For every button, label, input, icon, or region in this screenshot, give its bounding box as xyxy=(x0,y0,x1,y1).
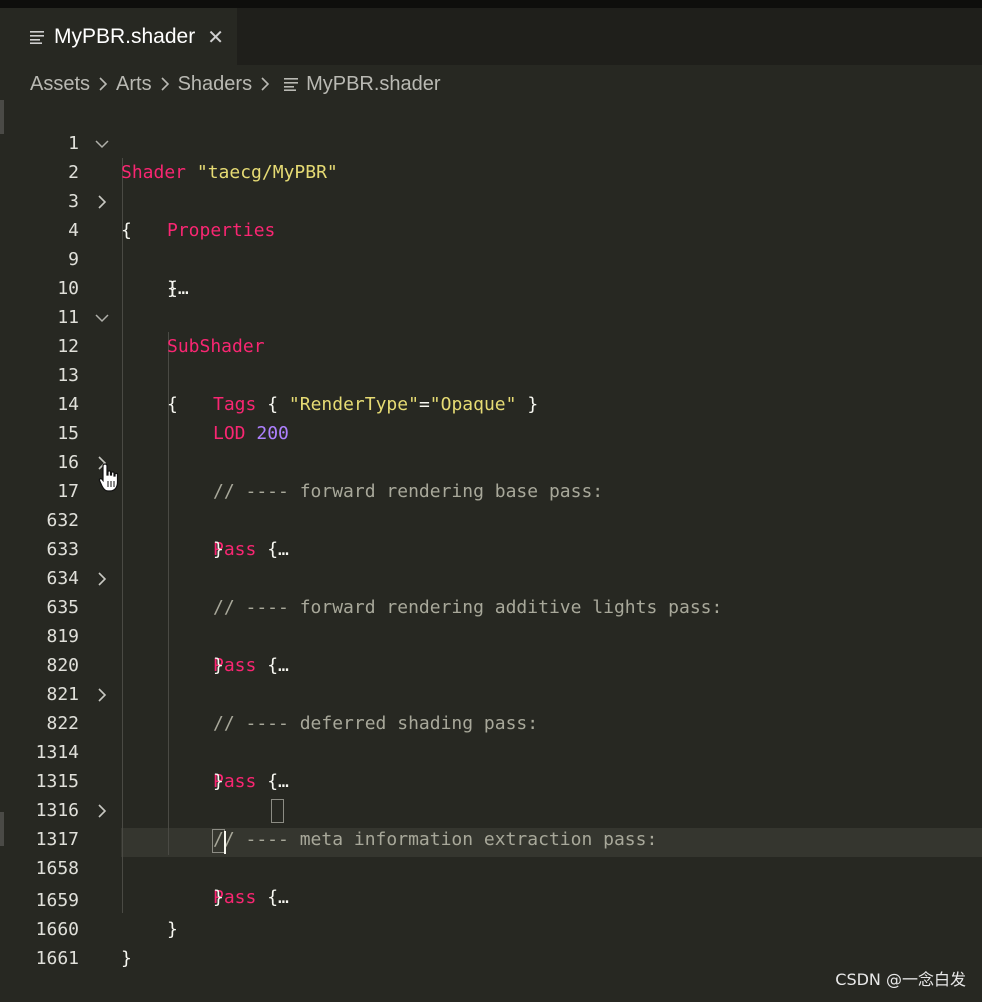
breadcrumb-assets[interactable]: Assets xyxy=(30,73,90,96)
code-line: 16 // ---- forward rendering base pass: xyxy=(0,419,982,502)
code-line: 10 xyxy=(0,245,982,299)
chevron-right-icon xyxy=(161,77,169,91)
code-line: 2 { xyxy=(0,129,982,241)
code-line: 1315 xyxy=(0,738,982,792)
code-line: 822 Pass {… xyxy=(0,680,982,792)
code-line: 1317 Pass {… xyxy=(0,796,982,908)
code-line: 1660 } xyxy=(0,886,982,969)
code-line: 634 // ---- forward rendering additive l… xyxy=(0,535,982,618)
chevron-down-icon[interactable] xyxy=(93,135,111,153)
file-lines-icon xyxy=(284,78,299,91)
line-number: 1661 xyxy=(35,948,79,969)
close-icon[interactable]: ✕ xyxy=(207,25,224,49)
code-line: 13 Tags { "RenderType"="Opaque" } xyxy=(0,332,982,415)
chevron-right-icon[interactable] xyxy=(93,193,111,211)
code-line: 633 xyxy=(0,506,982,560)
breadcrumb: Assets Arts Shaders MyPBR.shader xyxy=(30,67,441,101)
file-lines-icon xyxy=(30,30,44,44)
code-line: 635 Pass {… xyxy=(0,564,982,676)
chevron-down-icon[interactable] xyxy=(93,309,111,327)
code-line: 12 { xyxy=(0,303,982,415)
code-line: 1661 xyxy=(0,915,982,969)
tab-myPBR-shader[interactable]: MyPBR.shader ✕ xyxy=(0,8,237,65)
code-line: 14 LOD 200 xyxy=(0,361,982,444)
chevron-right-icon[interactable] xyxy=(93,802,111,820)
text-caret xyxy=(224,831,226,854)
window-top-strip xyxy=(0,0,982,8)
code-line: 819 } xyxy=(0,593,982,676)
code-line: 820 xyxy=(0,622,982,676)
chevron-right-icon[interactable] xyxy=(93,570,111,588)
breadcrumb-arts[interactable]: Arts xyxy=(116,73,152,96)
code-line: 17 Pass {… xyxy=(0,448,982,560)
code-line: 9 } xyxy=(0,216,982,299)
code-line: 1314 } xyxy=(0,709,982,792)
code-line: 15 xyxy=(0,390,982,444)
breadcrumb-file[interactable]: MyPBR.shader xyxy=(306,73,441,96)
code-text: } xyxy=(121,948,132,969)
code-line: 632 } xyxy=(0,477,982,560)
watermark-text: CSDN @一念白发 xyxy=(835,970,966,989)
code-line: 1 Shader "taecg/MyPBR" xyxy=(0,100,982,183)
breadcrumb-shaders[interactable]: Shaders xyxy=(178,73,253,96)
code-line: 1658 } xyxy=(0,825,982,908)
chevron-right-icon xyxy=(99,77,108,91)
code-line: 1316 // ---- meta information extraction… xyxy=(0,767,982,850)
code-line: 821 // ---- deferred shading pass: xyxy=(0,651,982,734)
hand-pointer-icon xyxy=(98,463,119,492)
code-line: 11 SubShader xyxy=(0,274,982,357)
code-line: 3 Properties xyxy=(0,158,982,241)
code-line: 4 {… xyxy=(0,187,982,299)
tab-bar: MyPBR.shader ✕ xyxy=(0,8,982,65)
tab-label: MyPBR.shader xyxy=(54,24,196,48)
chevron-right-icon xyxy=(261,77,270,91)
chevron-right-icon[interactable] xyxy=(93,686,111,704)
code-line: 1659 } xyxy=(0,857,982,940)
code-editor[interactable]: 1 Shader "taecg/MyPBR" 2 { 3 Properties … xyxy=(0,100,982,969)
bracket-match-highlight xyxy=(271,799,284,823)
